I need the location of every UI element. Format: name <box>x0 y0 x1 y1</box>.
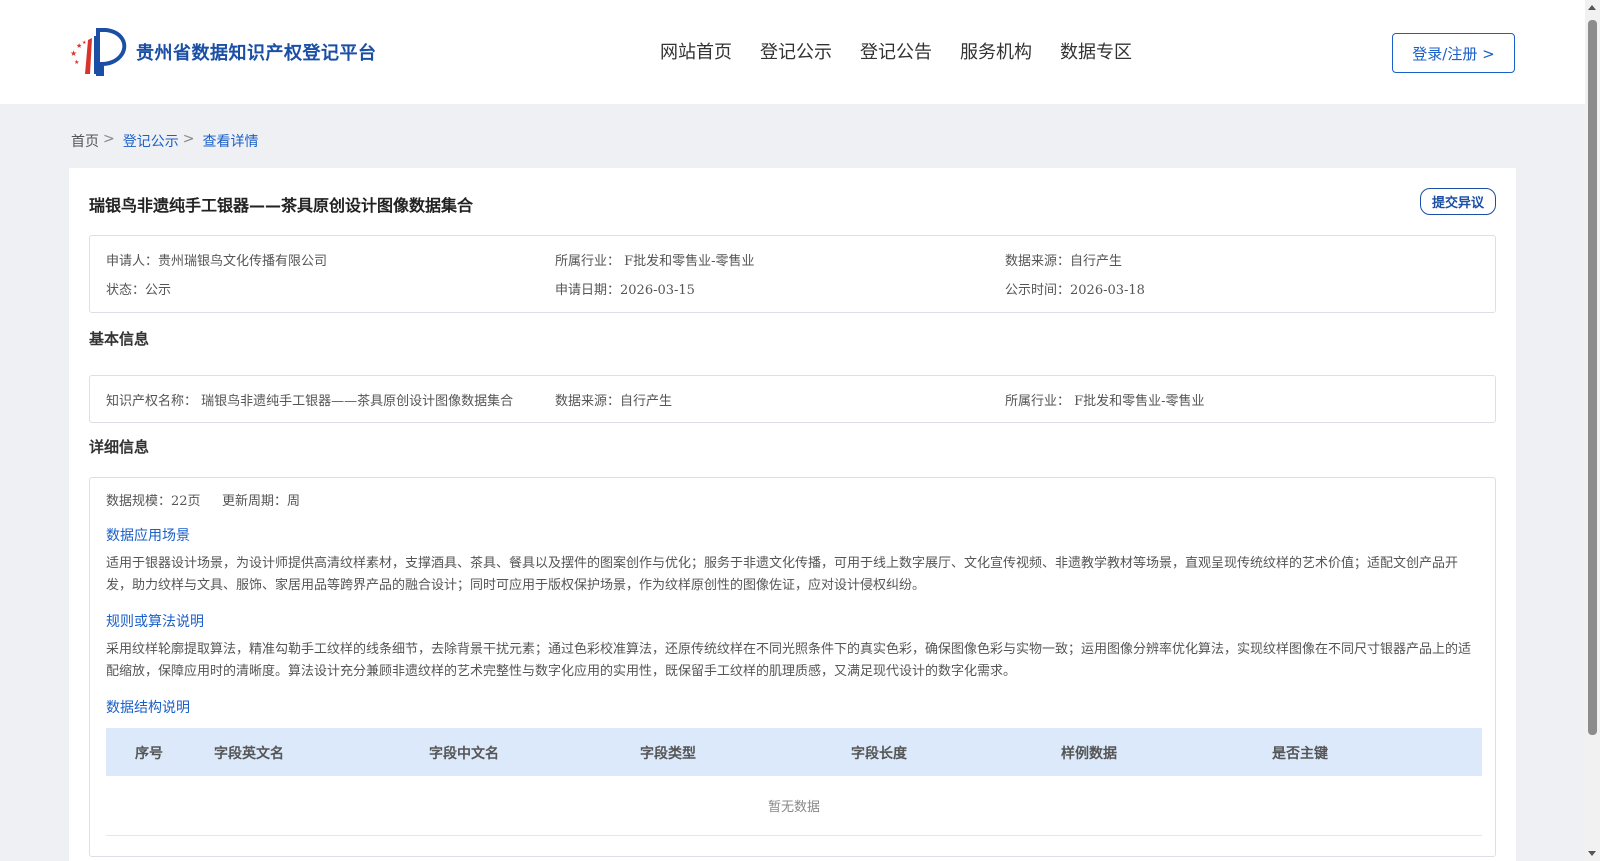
apply-date-field: 申请日期：2026-03-15 <box>555 283 695 298</box>
page-title: 瑞银鸟非遗纯手工银器——茶具原创设计图像数据集合 <box>89 196 474 215</box>
col-primary-key: 是否主键 <box>1272 746 1328 762</box>
nav-service-agencies[interactable]: 服务机构 <box>960 38 1032 64</box>
ip-name-field: 知识产权名称： 瑞银鸟非遗纯手工银器——茶具原创设计图像数据集合 <box>106 394 514 409</box>
nav-home[interactable]: 网站首页 <box>660 38 732 64</box>
submit-objection-button[interactable]: 提交异议 <box>1420 188 1496 215</box>
breadcrumb: 首页 > 登记公示 > 查看详情 <box>71 131 258 151</box>
scroll-thumb[interactable] <box>1588 20 1597 735</box>
algorithm-heading: 规则或算法说明 <box>106 614 204 630</box>
scroll-down-arrow-icon[interactable] <box>1588 851 1596 856</box>
site-header: ★ ★ ★ ★ 贵州省数据知识产权登记平台 网站首页 登记公示 登记公告 服务机… <box>0 0 1585 104</box>
col-english-name: 字段英文名 <box>214 746 284 762</box>
col-field-type: 字段类型 <box>640 746 696 762</box>
algorithm-text: 采用纹样轮廓提取算法，精准勾勒手工纹样的线条细节，去除背景干扰元素；通过色彩校准… <box>106 642 1472 679</box>
col-sample-data: 样例数据 <box>1061 746 1117 762</box>
detail-info-heading: 详细信息 <box>89 438 150 456</box>
data-structure-table: 序号 字段英文名 字段中文名 字段类型 字段长度 样例数据 是否主键 暂无数据 <box>106 728 1482 836</box>
source-field: 数据来源：自行产生 <box>1005 254 1123 269</box>
login-register-button[interactable]: 登录/注册 > <box>1392 33 1515 73</box>
scroll-up-arrow-icon[interactable] <box>1588 5 1596 10</box>
basic-info-heading: 基本信息 <box>89 330 150 348</box>
col-field-length: 字段长度 <box>851 746 907 762</box>
breadcrumb-home[interactable]: 首页 <box>71 131 99 151</box>
site-name: 贵州省数据知识产权登记平台 <box>136 43 377 64</box>
data-structure-heading: 数据结构说明 <box>106 700 190 716</box>
breadcrumb-separator: > <box>103 131 115 147</box>
data-scale-field: 数据规模：22页 <box>106 494 201 509</box>
col-index: 序号 <box>135 746 163 762</box>
empty-state-text: 暂无数据 <box>767 800 820 815</box>
update-cycle-field: 更新周期：周 <box>222 494 301 509</box>
svg-text:★: ★ <box>82 40 87 46</box>
table-body: 暂无数据 <box>106 776 1482 836</box>
svg-text:★: ★ <box>70 49 77 58</box>
breadcrumb-separator: > <box>182 131 195 147</box>
breadcrumb-view-details: 查看详情 <box>202 134 259 150</box>
page-scrollbar[interactable] <box>1585 0 1600 861</box>
col-chinese-name: 字段中文名 <box>429 746 499 762</box>
basic-industry-field: 所属行业： F批发和零售业-零售业 <box>1005 394 1205 409</box>
detail-info-box: 数据规模：22页 更新周期：周 数据应用场景 适用于银器设计场景，为设计师提供高… <box>89 477 1496 857</box>
nav-registration-announcement[interactable]: 登记公告 <box>860 38 932 64</box>
main-nav: 网站首页 登记公示 登记公告 服务机构 数据专区 <box>660 38 1160 64</box>
status-field: 状态：公示 <box>106 283 172 298</box>
applicant-field: 申请人：贵州瑞银鸟文化传播有限公司 <box>106 254 328 269</box>
detail-card: 瑞银鸟非遗纯手工银器——茶具原创设计图像数据集合 提交异议 申请人：贵州瑞银鸟文… <box>69 168 1516 861</box>
publish-time-field: 公示时间：2026-03-18 <box>1005 283 1145 298</box>
site-logo[interactable]: ★ ★ ★ ★ 贵州省数据知识产权登记平台 <box>70 26 377 78</box>
svg-text:★: ★ <box>74 59 79 66</box>
nav-data-zone[interactable]: 数据专区 <box>1060 38 1132 64</box>
basic-info-box: 知识产权名称： 瑞银鸟非遗纯手工银器——茶具原创设计图像数据集合 数据来源：自行… <box>89 375 1496 423</box>
nav-registration-publicity[interactable]: 登记公示 <box>760 38 832 64</box>
application-scene-text: 适用于银器设计场景，为设计师提供高清纹样素材，支撑酒具、茶具、餐具以及摆件的图案… <box>106 556 1459 593</box>
basic-source-field: 数据来源：自行产生 <box>555 394 673 409</box>
table-header: 序号 字段英文名 字段中文名 字段类型 字段长度 样例数据 是否主键 <box>106 728 1482 776</box>
breadcrumb-registration-publicity[interactable]: 登记公示 <box>123 131 179 151</box>
summary-box: 申请人：贵州瑞银鸟文化传播有限公司 所属行业： F批发和零售业-零售业 数据来源… <box>89 235 1496 313</box>
logo-icon: ★ ★ ★ ★ <box>70 28 127 76</box>
application-scene-heading: 数据应用场景 <box>106 528 190 544</box>
industry-field: 所属行业： F批发和零售业-零售业 <box>555 254 755 269</box>
